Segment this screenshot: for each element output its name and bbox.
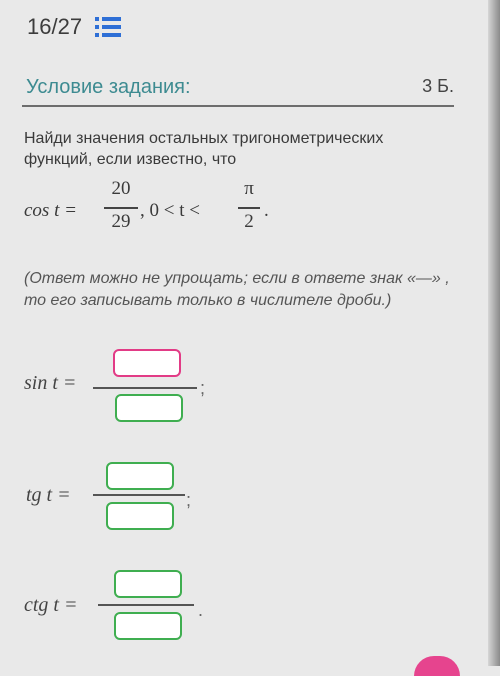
floating-action-button[interactable]: [414, 656, 460, 676]
sin-denominator-input[interactable]: [115, 394, 183, 422]
points-value: 3 Б.: [422, 76, 454, 96]
question-counter: 16/27: [27, 14, 83, 39]
answer-row-ctg: ctg t = .: [0, 568, 488, 648]
sin-label: sin t =: [24, 372, 77, 394]
tg-denominator-input[interactable]: [106, 502, 174, 530]
tg-numerator-input[interactable]: [106, 462, 174, 490]
ctg-denominator-input[interactable]: [114, 612, 182, 640]
cos-lhs: cos t =: [24, 200, 77, 221]
pi-denominator: 2: [244, 211, 254, 232]
list-icon[interactable]: [95, 16, 121, 38]
tg-label: tg t =: [26, 484, 71, 506]
ctg-end: .: [198, 600, 204, 620]
pi-fraction-line: [238, 207, 260, 209]
header: 16/27: [0, 0, 488, 56]
pi-symbol: π: [244, 178, 254, 199]
sin-end: ;: [200, 378, 206, 398]
condition-end: .: [264, 200, 269, 221]
tg-end: ;: [186, 490, 192, 510]
cos-fraction-line: [104, 207, 138, 209]
ctg-numerator-input[interactable]: [114, 570, 182, 598]
answer-row-tg: tg t = ;: [0, 460, 488, 540]
answer-row-sin: sin t = ;: [0, 346, 488, 426]
section-title: Условие задания:: [26, 76, 191, 98]
cos-numerator: 20: [111, 178, 131, 199]
ctg-label: ctg t =: [24, 594, 78, 616]
cos-denominator: 29: [111, 211, 131, 232]
sin-fraction-line: [93, 387, 197, 389]
answer-note: (Ответ можно не упрощать; если в ответе …: [24, 270, 450, 309]
given-condition: cos t = 20 29 , 0 < t < π 2 .: [24, 178, 324, 242]
inequality-text: , 0 < t <: [140, 200, 200, 221]
sin-numerator-input[interactable]: [113, 349, 181, 377]
tg-fraction-line: [93, 494, 185, 496]
ctg-fraction-line: [98, 604, 194, 606]
task-text: Найди значения остальных тригонометричес…: [24, 130, 384, 168]
divider: [22, 105, 454, 107]
screen-edge: [488, 0, 500, 666]
